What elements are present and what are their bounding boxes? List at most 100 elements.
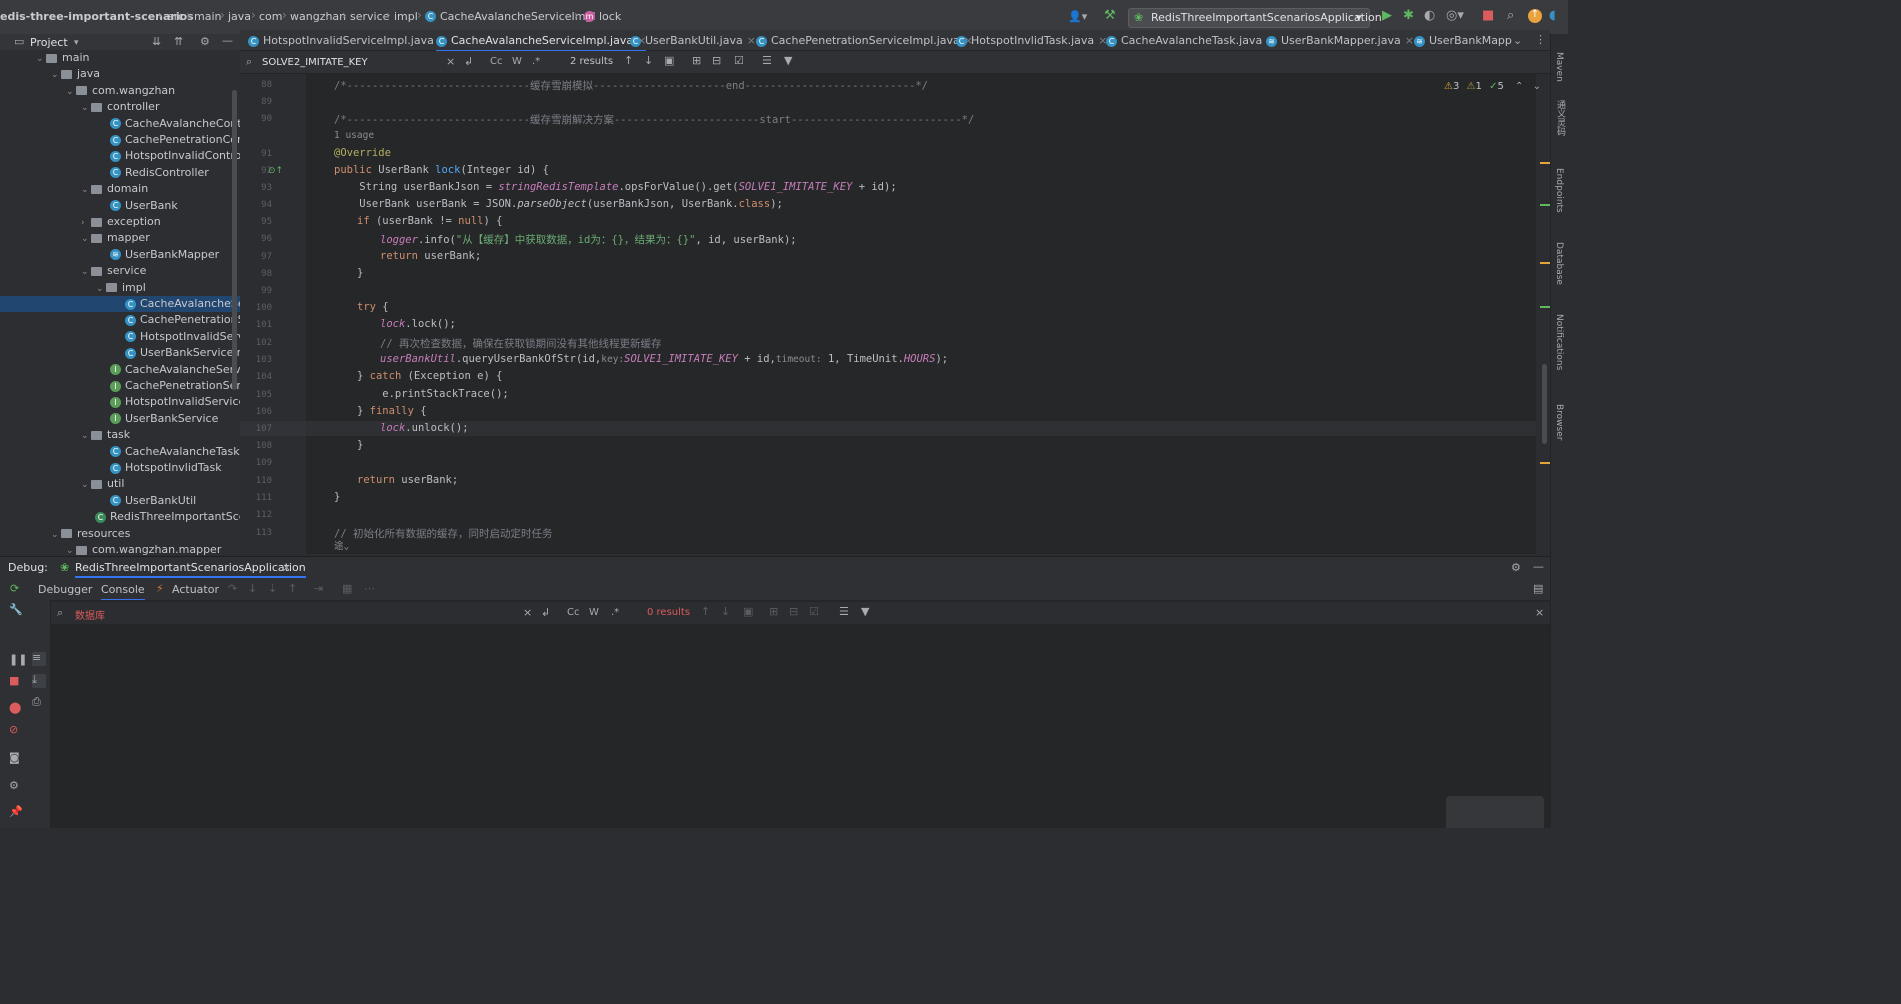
select-all-occurrences-icon[interactable]: ▣ — [743, 606, 753, 618]
project-panel-title[interactable]: Project — [30, 36, 68, 49]
breadcrumb-wangzhan[interactable]: wangzhan — [290, 10, 346, 23]
editor-tab[interactable]: C UserBankUtil.java × — [630, 32, 756, 50]
chevron-down-icon[interactable]: ⌄ — [51, 67, 61, 83]
search-icon[interactable]: ⌕ — [1507, 9, 1514, 22]
filter-icon[interactable]: ▼ — [861, 606, 869, 618]
chevron-down-icon[interactable]: ⌄ — [81, 264, 91, 280]
tree-item[interactable]: C HotspotInvalidServic — [0, 329, 240, 345]
chevron-down-icon[interactable]: ⌄ — [81, 231, 91, 247]
pin-icon[interactable]: 📌 — [9, 806, 23, 818]
regex-toggle[interactable]: .* — [532, 56, 540, 68]
editor-tab[interactable]: CCacheAvalancheTask.java× — [1106, 32, 1275, 50]
editor-tab[interactable]: C CacheAvalancheServiceImpl.java × — [436, 32, 647, 52]
run-configuration-select[interactable]: ❀ RedisThreeImportantScenariosApplicatio… — [1128, 8, 1382, 28]
remove-selection-icon[interactable]: ⊟ — [712, 55, 721, 67]
arrow-up-icon[interactable]: ↑ — [701, 606, 710, 618]
chevron-down-icon[interactable]: ⌄ — [81, 477, 91, 493]
close-icon[interactable]: × — [1405, 34, 1414, 47]
tree-item[interactable]: I UserBankService — [0, 411, 240, 427]
coverage-icon[interactable]: ◐ — [1424, 9, 1435, 22]
tree-item[interactable]: C UserBankServiceImp — [0, 345, 240, 361]
tab-debugger[interactable]: Debugger — [38, 583, 92, 596]
tree-item[interactable]: ⌄ com.wangzhan.mapper — [0, 542, 240, 555]
pause-icon[interactable]: ❚❚ — [9, 654, 27, 666]
build-hammer-icon[interactable]: ⚒ — [1104, 9, 1116, 22]
tree-item[interactable]: I HotspotInvalidService — [0, 394, 240, 410]
breadcrumb-java[interactable]: java — [228, 10, 251, 23]
close-icon[interactable]: × — [523, 607, 532, 619]
chevron-down-icon[interactable]: ⌄ — [81, 182, 91, 198]
status-popup[interactable] — [1446, 796, 1544, 828]
more-icon[interactable]: ⋮ — [1535, 34, 1546, 46]
add-selection-icon[interactable]: ⊞ — [692, 55, 701, 67]
chevron-down-icon[interactable]: ⌄ — [81, 428, 91, 444]
filter-icon[interactable]: ▼ — [784, 55, 792, 67]
editor-tab[interactable]: CHotspotInvalidServiceImpl.java× — [248, 32, 447, 50]
editor-tab[interactable]: C HotspotInvlidTask.java × — [956, 32, 1107, 50]
ok-marker[interactable] — [1540, 204, 1550, 206]
editor-tab[interactable]: ≋ UserBankMapp — [1414, 32, 1512, 50]
tree-item[interactable]: ⌄ java — [0, 66, 240, 82]
tongyi-tool-button[interactable]: 通义灵码 — [1554, 100, 1567, 136]
close-icon[interactable]: × — [1535, 607, 1544, 619]
print-icon[interactable]: ⎙ — [32, 696, 41, 708]
inspection-widget[interactable]: ⚠3 ⚠1 ✓5 ⌃ ⌄ — [1444, 81, 1541, 92]
select-occurrences-icon[interactable]: ☑ — [734, 55, 744, 67]
step-over-icon[interactable]: ↷ — [228, 583, 237, 595]
tree-item[interactable]: ⌄ mapper — [0, 230, 240, 246]
replace-icon[interactable]: ↲ — [541, 607, 550, 619]
tree-item[interactable]: ⌄ resources — [0, 526, 240, 542]
chevron-down-icon[interactable]: ⌄ — [1513, 35, 1522, 47]
arrow-down-icon[interactable]: ↓ — [644, 55, 653, 67]
tree-item[interactable]: ⌄ com.wangzhan — [0, 83, 240, 99]
tree-item[interactable]: ⌄ util — [0, 476, 240, 492]
warning-marker[interactable] — [1540, 262, 1550, 264]
tree-item[interactable]: ⌄ task — [0, 427, 240, 443]
chevron-down-icon[interactable]: ⌄ — [96, 281, 106, 297]
soft-wrap-icon[interactable]: ≡ — [32, 652, 46, 666]
tree-item[interactable]: ⌄ impl — [0, 280, 240, 296]
tree-item[interactable]: C UserBankUtil — [0, 493, 240, 509]
breadcrumb-class[interactable]: CacheAvalancheServiceImpl — [440, 10, 596, 23]
override-marker-icon[interactable]: ⊙↑ — [268, 165, 283, 177]
user-icon[interactable]: 👤▾ — [1068, 11, 1087, 23]
select-all-occurrences-icon[interactable]: ▣ — [664, 55, 674, 67]
breadcrumb-src[interactable]: src — [168, 10, 184, 23]
chevron-down-icon[interactable]: ⌄ — [81, 100, 91, 116]
chevron-down-icon[interactable]: ⌄ — [51, 527, 61, 543]
run-icon[interactable]: ▶ — [1382, 9, 1392, 22]
gear-icon[interactable]: ⚙ — [200, 36, 210, 48]
select-occurrences-icon[interactable]: ☑ — [809, 606, 819, 618]
browser-tool-button[interactable]: Browser — [1554, 404, 1564, 440]
collapse-all-icon[interactable]: ⇈ — [174, 36, 183, 48]
update-icon[interactable]: ↑ — [1528, 9, 1542, 23]
tree-item[interactable]: ⌄ service — [0, 263, 240, 279]
tree-item[interactable]: C RedisThreeImportantScena — [0, 509, 240, 525]
filter-options-icon[interactable]: ☰ — [839, 606, 849, 618]
console-search-input[interactable] — [73, 605, 517, 623]
warning-marker[interactable] — [1540, 462, 1550, 464]
minimize-icon[interactable]: — — [1533, 561, 1544, 573]
tree-item[interactable]: ⌄ main — [0, 50, 240, 66]
ai-assistant-icon[interactable]: ◖ — [1549, 9, 1556, 22]
breadcrumb-main[interactable]: main — [194, 10, 221, 23]
tree-item[interactable]: I CacheAvalancheService — [0, 362, 240, 378]
endpoints-tool-button[interactable]: Endpoints — [1554, 168, 1564, 213]
close-icon[interactable]: × — [747, 34, 756, 47]
breadcrumb-impl[interactable]: impl — [394, 10, 418, 23]
close-icon[interactable]: × — [282, 562, 291, 574]
step-into-icon[interactable]: ↓ — [248, 583, 257, 595]
console-output[interactable] — [51, 600, 1550, 828]
tree-item[interactable]: C CachePenetrationContr — [0, 132, 240, 148]
tree-item[interactable]: › exception — [0, 214, 240, 230]
ok-marker[interactable] — [1540, 306, 1550, 308]
database-tool-button[interactable]: Database — [1554, 242, 1564, 285]
camera-icon[interactable]: ◙ — [9, 752, 20, 764]
more-icon[interactable]: ⋯ — [364, 583, 375, 595]
breadcrumb-project[interactable]: edis-three-important-scenarios — [0, 10, 194, 23]
arrow-up-icon[interactable]: ↑ — [624, 55, 633, 67]
scrollbar-thumb[interactable] — [1542, 364, 1547, 444]
tab-console[interactable]: Console — [101, 583, 145, 601]
whole-words-toggle[interactable]: W — [589, 607, 599, 619]
warning-marker[interactable] — [1540, 162, 1550, 164]
